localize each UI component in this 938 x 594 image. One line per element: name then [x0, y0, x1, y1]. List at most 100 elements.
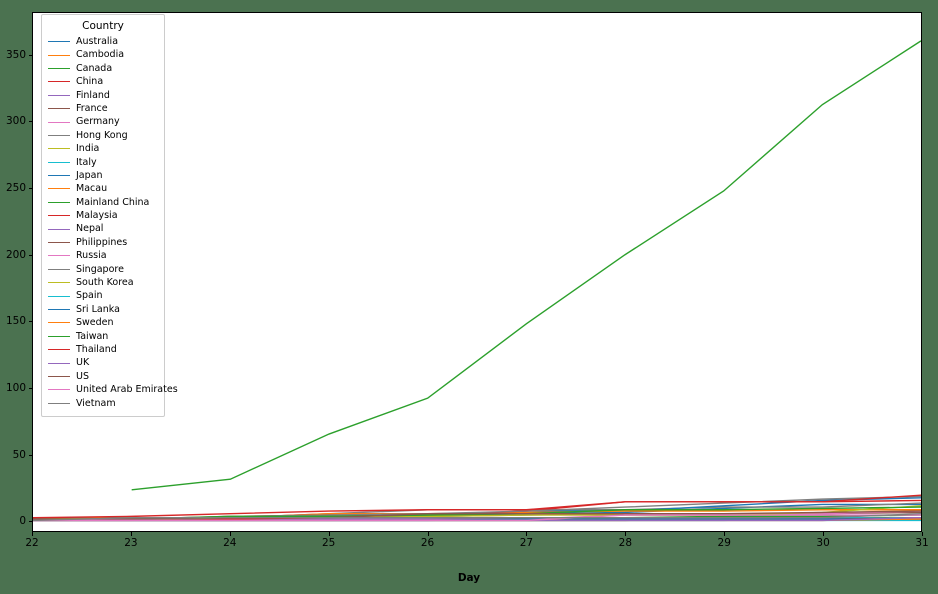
- y-tick-label: 100: [5, 382, 26, 394]
- legend-color-swatch: [48, 228, 70, 230]
- x-tick-mark: [229, 532, 231, 536]
- y-tick-label: 350: [5, 48, 26, 61]
- x-tick-mark: [625, 532, 627, 536]
- legend-color-swatch: [48, 282, 70, 284]
- legend-item[interactable]: UK: [48, 356, 158, 369]
- legend-item-label: Canada: [76, 62, 113, 74]
- legend-color-swatch: [48, 41, 70, 43]
- y-tick-label: 150: [5, 315, 26, 328]
- legend-item-label: China: [76, 76, 104, 88]
- x-tick-label: 30: [816, 537, 830, 549]
- legend-item-label: Sweden: [76, 317, 114, 329]
- legend-item[interactable]: Mainland China: [48, 196, 158, 209]
- legend-color-swatch: [48, 134, 70, 136]
- legend-item[interactable]: Philippines: [48, 236, 158, 249]
- legend-color-swatch: [48, 67, 70, 69]
- x-tick-label: 26: [420, 537, 435, 549]
- x-tick-mark: [130, 532, 132, 536]
- y-tick-label: 250: [5, 182, 26, 194]
- x-tick-label: 23: [124, 537, 138, 549]
- legend-item[interactable]: France: [48, 102, 158, 115]
- legend-item[interactable]: Sri Lanka: [48, 303, 158, 316]
- legend-item-label: Cambodia: [76, 49, 125, 61]
- legend-color-swatch: [48, 335, 70, 337]
- legend-item[interactable]: Italy: [48, 156, 158, 169]
- legend-item[interactable]: India: [48, 142, 158, 155]
- x-tick-label: 27: [519, 537, 534, 549]
- legend-entries: Australia Cambodia Canada China Finland Franc…: [48, 35, 178, 410]
- x-tick-mark: [427, 532, 429, 536]
- legend-item-label: Japan: [76, 169, 103, 181]
- legend-item-label: Australia: [76, 36, 119, 47]
- series-line: [132, 41, 921, 490]
- x-tick-label: 22: [25, 537, 39, 549]
- legend-item[interactable]: Vietnam: [48, 397, 158, 410]
- x-tick-label: 28: [618, 537, 633, 549]
- x-axis-title: Day: [457, 572, 481, 584]
- legend-item-label: Italy: [76, 156, 97, 168]
- legend-item-label: Hong Kong: [76, 129, 128, 141]
- legend-item-label: Macau: [76, 183, 108, 195]
- legend-item-label: South Korea: [76, 277, 134, 289]
- x-tick-mark: [328, 532, 330, 536]
- legend-item[interactable]: Nepal: [48, 222, 158, 235]
- legend-item-label: Mainland China: [76, 196, 150, 208]
- legend-item[interactable]: Finland: [48, 89, 158, 102]
- legend-item[interactable]: Germany: [48, 115, 158, 128]
- legend-item-label: Singapore: [76, 263, 124, 275]
- y-tick-label: 300: [5, 115, 26, 128]
- legend-color-swatch: [48, 215, 70, 217]
- legend-item[interactable]: United Arab Emirates: [48, 383, 178, 396]
- y-tick-label: 50: [12, 448, 26, 461]
- legend-color-swatch: [48, 295, 70, 297]
- legend-item[interactable]: Hong Kong: [48, 129, 158, 142]
- x-tick-mark: [32, 532, 33, 536]
- legend-color-swatch: [48, 94, 70, 96]
- legend-item[interactable]: US: [48, 370, 158, 383]
- legend-color-swatch: [48, 309, 70, 310]
- x-tick-mark: [823, 532, 825, 536]
- legend-item-label: Malaysia: [76, 210, 118, 222]
- legend-color-swatch: [48, 242, 70, 244]
- x-tick-label: 31: [915, 537, 929, 549]
- x-tick-mark: [922, 532, 923, 536]
- legend-item[interactable]: Taiwan: [48, 330, 158, 343]
- legend-item-label: Spain: [76, 290, 103, 302]
- legend-color-swatch: [48, 188, 70, 190]
- x-tick-mark: [526, 532, 528, 536]
- legend-item[interactable]: Japan: [48, 169, 158, 182]
- y-tick-label: 200: [5, 248, 26, 261]
- legend-color-swatch: [48, 121, 70, 123]
- legend-color-swatch: [48, 375, 70, 377]
- legend-item[interactable]: Russia: [48, 249, 158, 262]
- legend-item-label: Vietnam: [76, 397, 116, 409]
- legend-item[interactable]: Macau: [48, 182, 158, 195]
- legend-color-swatch: [48, 148, 70, 150]
- legend-item-label: Nepal: [76, 223, 104, 235]
- legend-item[interactable]: Sweden: [48, 316, 158, 329]
- legend-color-swatch: [48, 255, 70, 257]
- legend-item[interactable]: Cambodia: [48, 48, 158, 61]
- y-tick-label: 0: [19, 515, 26, 528]
- x-tick-mark: [724, 532, 726, 536]
- legend-item[interactable]: Malaysia: [48, 209, 158, 222]
- legend-item-label: Thailand: [76, 343, 117, 355]
- legend-item-label: Philippines: [76, 236, 128, 248]
- legend-item[interactable]: Thailand: [48, 343, 158, 356]
- legend-item[interactable]: Canada: [48, 62, 158, 75]
- legend-color-swatch: [48, 201, 70, 203]
- legend-item-label: Finland: [76, 89, 110, 101]
- legend-item[interactable]: Australia: [48, 35, 158, 48]
- legend-item-label: Germany: [76, 116, 120, 128]
- legend-item[interactable]: Spain: [48, 289, 158, 302]
- legend-item-label: Taiwan: [76, 330, 109, 342]
- legend-color-swatch: [48, 268, 70, 270]
- legend-item[interactable]: Singapore: [48, 263, 158, 276]
- legend-item-label: France: [76, 102, 108, 114]
- legend-title: Country: [82, 20, 124, 32]
- legend-item[interactable]: South Korea: [48, 276, 158, 289]
- legend-color-swatch: [48, 389, 70, 391]
- legend-color-swatch: [48, 402, 70, 404]
- legend-item[interactable]: China: [48, 75, 158, 88]
- legend-color-swatch: [48, 54, 70, 56]
